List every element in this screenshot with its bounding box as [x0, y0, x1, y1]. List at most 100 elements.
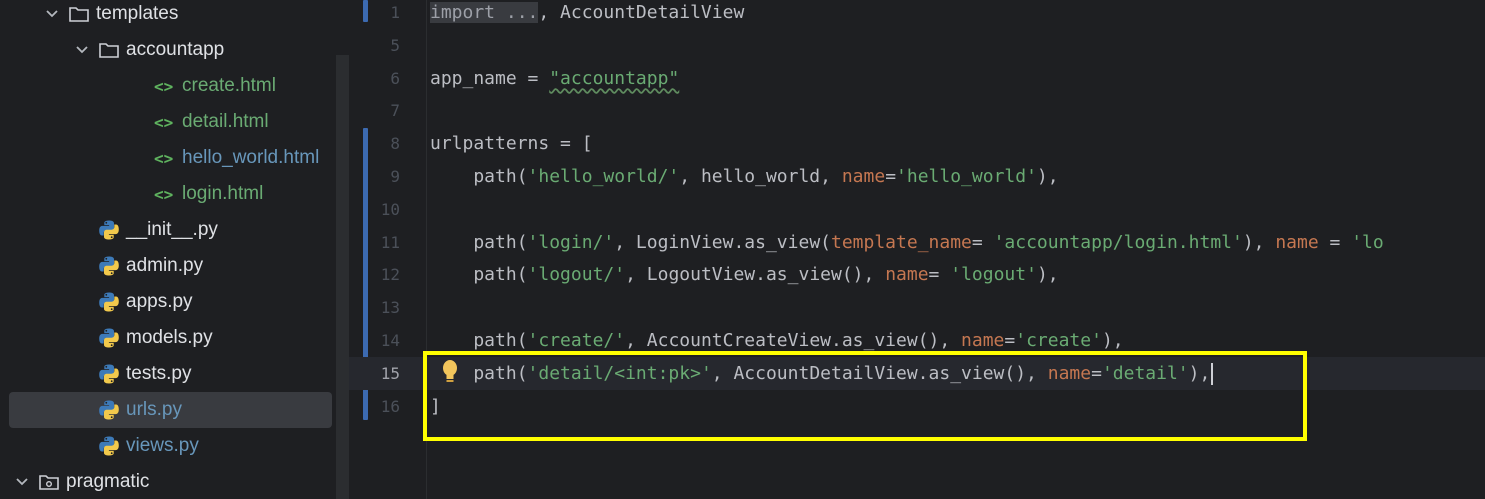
- tree-item-label: tests.py: [126, 363, 192, 384]
- code-token: 'create/': [527, 330, 626, 351]
- line-number[interactable]: 1: [369, 0, 400, 29]
- code-token: name: [1275, 231, 1319, 253]
- chevron-down-icon[interactable]: [42, 9, 62, 19]
- tree-file-item[interactable]: models.py: [0, 320, 336, 356]
- python-file-icon: [98, 291, 120, 313]
- tree-item-label: admin.py: [126, 255, 204, 276]
- code-line[interactable]: 1 import ..., AccountDetailView: [349, 0, 1485, 29]
- code-text: urlpatterns = [: [430, 127, 593, 160]
- line-number[interactable]: 16: [369, 390, 400, 423]
- code-token: 'accountapp/login.html': [993, 231, 1243, 253]
- code-line[interactable]: 10: [349, 193, 1485, 226]
- tree-item-label: apps.py: [126, 291, 193, 312]
- code-token: ),: [1036, 264, 1059, 286]
- tree-file-item[interactable]: <> detail.html: [0, 104, 336, 140]
- code-token: urlpatterns = [: [430, 133, 593, 155]
- project-tree-scrollbar[interactable]: [336, 55, 349, 499]
- code-token: 'logout': [950, 264, 1037, 286]
- code-line[interactable]: 12 path('logout/', LogoutView.as_view(),…: [349, 258, 1485, 291]
- line-number[interactable]: 10: [369, 193, 400, 226]
- line-number[interactable]: 8: [369, 127, 400, 160]
- line-number[interactable]: 13: [369, 291, 400, 324]
- tree-file-item[interactable]: apps.py: [0, 284, 336, 320]
- line-number[interactable]: 9: [369, 160, 400, 193]
- python-file-icon: [98, 327, 120, 349]
- line-number[interactable]: 11: [369, 226, 400, 259]
- code-token: ),: [1242, 231, 1276, 253]
- code-token: name: [841, 166, 886, 187]
- code-text: import ..., AccountDetailView: [430, 0, 744, 29]
- python-file-icon: [98, 435, 120, 457]
- folder-icon: [68, 3, 90, 25]
- chevron-down-icon[interactable]: [12, 477, 32, 487]
- code-line[interactable]: 6 app_name = "accountapp": [349, 62, 1485, 95]
- python-file-icon: [98, 219, 120, 241]
- python-file-icon: [98, 255, 120, 277]
- code-token: 'logout/': [527, 264, 626, 286]
- line-number[interactable]: 5: [369, 29, 400, 62]
- code-token: 'login/': [527, 231, 615, 253]
- code-editor[interactable]: 1 import ..., AccountDetailView 5 6 app_name…: [349, 0, 1485, 499]
- code-token: app_name =: [430, 67, 550, 89]
- code-token: 'hello_world/': [527, 166, 680, 187]
- tree-item-label: views.py: [126, 435, 199, 456]
- tree-file-item[interactable]: __init__.py: [0, 212, 336, 248]
- code-token: , hello_world,: [679, 166, 842, 187]
- tree-folder-item[interactable]: templates: [0, 0, 336, 32]
- html-file-icon: <>: [154, 184, 174, 204]
- code-token: import ...: [430, 2, 539, 23]
- tree-file-item[interactable]: <> hello_world.html: [0, 140, 336, 176]
- code-line[interactable]: 13: [349, 291, 1485, 324]
- tree-file-item[interactable]: <> create.html: [0, 68, 336, 104]
- code-text: path('logout/', LogoutView.as_view(), na…: [430, 258, 1059, 291]
- code-token: path(: [430, 330, 528, 351]
- code-token: , AccountDetailView: [538, 2, 745, 23]
- tree-item-label: pragmatic: [66, 471, 150, 492]
- code-token: path(: [430, 166, 528, 187]
- line-number[interactable]: 7: [369, 94, 400, 127]
- code-token: name: [961, 330, 1005, 351]
- tree-file-item[interactable]: urls.py: [9, 392, 332, 428]
- code-token: =: [928, 264, 951, 286]
- code-token: , LoginView.as_view(: [614, 231, 831, 253]
- tree-item-label: urls.py: [126, 399, 182, 420]
- folder-icon: [98, 39, 120, 61]
- line-number[interactable]: 15: [369, 357, 400, 390]
- code-token: template_name: [831, 231, 972, 253]
- code-token: =: [1318, 231, 1352, 253]
- code-line[interactable]: 9 path('hello_world/', hello_world, name…: [349, 160, 1485, 193]
- line-number[interactable]: 12: [369, 258, 400, 291]
- tree-file-item[interactable]: admin.py: [0, 248, 336, 284]
- tree-item-label: templates: [96, 3, 179, 24]
- code-token: name: [885, 264, 929, 286]
- tree-file-item[interactable]: tests.py: [0, 356, 336, 392]
- tree-file-item[interactable]: <> login.html: [0, 176, 336, 212]
- code-token: =: [1004, 330, 1016, 351]
- line-number[interactable]: 6: [369, 62, 400, 95]
- project-tree: templates accountapp <> create.html <> detail…: [0, 0, 349, 499]
- tree-folder-item[interactable]: accountapp: [0, 32, 336, 68]
- html-file-icon: <>: [154, 112, 174, 132]
- tree-item-label: accountapp: [126, 39, 225, 60]
- tree-folder-item[interactable]: pragmatic: [0, 464, 336, 499]
- code-token: =: [971, 231, 994, 253]
- code-text: app_name = "accountapp": [430, 62, 679, 95]
- html-file-icon: <>: [154, 76, 174, 96]
- code-line[interactable]: 7: [349, 94, 1485, 127]
- code-line[interactable]: 11 path('login/', LoginView.as_view(temp…: [349, 226, 1485, 259]
- code-token: "accountapp": [549, 67, 680, 89]
- code-line[interactable]: 5: [349, 29, 1485, 62]
- chevron-down-icon[interactable]: [72, 45, 92, 55]
- line-number[interactable]: 14: [369, 324, 400, 357]
- highlight-box: [423, 351, 1307, 441]
- code-token: , LogoutView.as_view(),: [625, 264, 886, 286]
- tree-file-item[interactable]: views.py: [0, 428, 336, 464]
- code-token: , AccountCreateView.as_view(),: [625, 330, 962, 351]
- code-token: 'hello_world': [896, 166, 1037, 187]
- code-text: path('hello_world/', hello_world, name='…: [430, 160, 1059, 193]
- tree-item-label: detail.html: [182, 111, 269, 132]
- code-line[interactable]: 8 urlpatterns = [: [349, 127, 1485, 160]
- code-token: =: [885, 166, 897, 187]
- code-token: ),: [1036, 166, 1059, 187]
- tree-item-label: hello_world.html: [182, 147, 320, 168]
